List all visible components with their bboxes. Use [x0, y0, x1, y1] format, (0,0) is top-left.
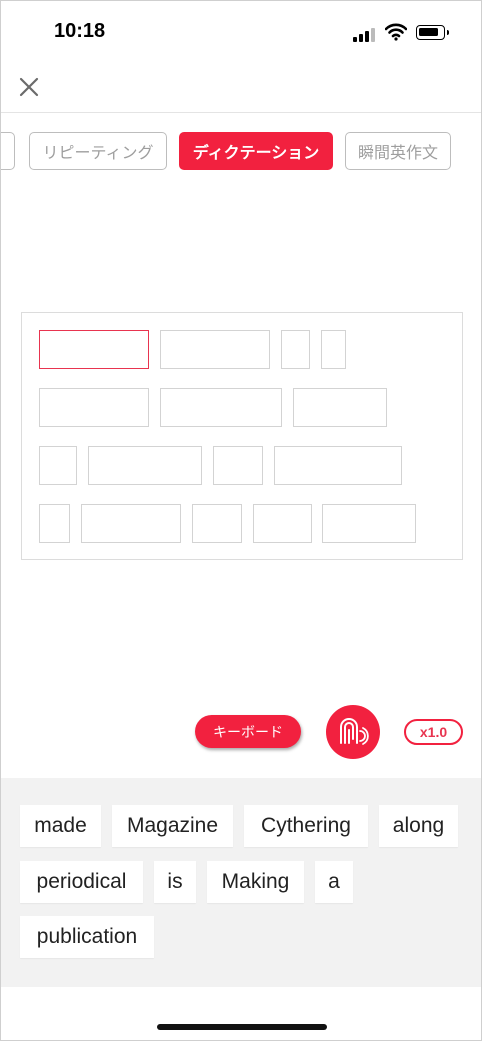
answer-slot[interactable]	[322, 504, 416, 543]
close-icon[interactable]	[15, 73, 43, 101]
word-chip[interactable]: publication	[20, 916, 154, 958]
word-chip[interactable]: a	[315, 861, 353, 903]
app-frame: 10:18 リピーティング ディクテーション 瞬間英作文 キーボード x1.0 …	[0, 0, 482, 1041]
answer-slot[interactable]	[274, 446, 402, 485]
tab-dictation[interactable]: ディクテーション	[179, 132, 333, 170]
word-chip[interactable]: Magazine	[112, 805, 233, 847]
fingerprint-sound-icon	[340, 718, 369, 745]
answer-area	[21, 312, 463, 560]
tab-repeating[interactable]: リピーティング	[29, 132, 167, 170]
home-indicator	[157, 1024, 327, 1030]
answer-slot[interactable]	[213, 446, 263, 485]
answer-slot[interactable]	[39, 388, 149, 427]
battery-icon	[416, 25, 449, 40]
word-chip[interactable]: along	[379, 805, 458, 847]
cellular-signal-icon	[353, 26, 375, 42]
playback-speed-button[interactable]: x1.0	[404, 719, 463, 745]
answer-slot-current[interactable]	[39, 330, 149, 369]
nav-divider	[1, 112, 481, 113]
answer-slot[interactable]	[281, 330, 310, 369]
answer-slot[interactable]	[81, 504, 181, 543]
tab-previous-partial[interactable]	[1, 132, 15, 170]
word-bank: made Magazine Cythering along periodical…	[1, 778, 481, 987]
answer-slot[interactable]	[253, 504, 312, 543]
wifi-icon	[385, 23, 407, 41]
status-time: 10:18	[54, 20, 106, 42]
answer-slot[interactable]	[39, 446, 77, 485]
voice-input-button[interactable]	[326, 705, 380, 759]
answer-slot[interactable]	[39, 504, 70, 543]
answer-slot[interactable]	[88, 446, 202, 485]
word-chip[interactable]: Making	[207, 861, 304, 903]
answer-slot[interactable]	[160, 388, 282, 427]
answer-slot[interactable]	[293, 388, 387, 427]
word-chip[interactable]: is	[154, 861, 196, 903]
word-chip[interactable]: made	[20, 805, 101, 847]
keyboard-button[interactable]: キーボード	[195, 715, 301, 748]
answer-slot[interactable]	[160, 330, 270, 369]
answer-slot[interactable]	[321, 330, 346, 369]
answer-slot[interactable]	[192, 504, 242, 543]
word-chip[interactable]: Cythering	[244, 805, 368, 847]
tab-instant-composition[interactable]: 瞬間英作文	[345, 132, 451, 170]
word-chip[interactable]: periodical	[20, 861, 143, 903]
